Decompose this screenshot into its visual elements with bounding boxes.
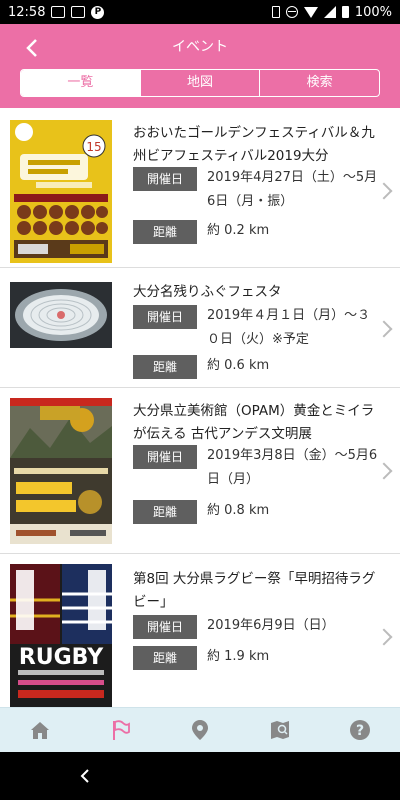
date-label: 開催日 bbox=[133, 167, 197, 191]
chevron-left-icon bbox=[80, 769, 89, 783]
help-icon: ? bbox=[350, 720, 370, 740]
date-row: 開催日 2019年4月27日（土）～5月6日（月・振） bbox=[133, 166, 383, 214]
image-icon bbox=[51, 6, 66, 18]
andes-exhibition-poster bbox=[10, 398, 112, 544]
vibrate-icon bbox=[271, 6, 280, 18]
svg-text:?: ? bbox=[356, 723, 364, 739]
event-item[interactable]: 大分県立美術館（OPAM）黄金とミイラが伝える 古代アンデス文明展 開催日 20… bbox=[0, 388, 400, 554]
date-row: 開催日 2019年6月9日（日） bbox=[133, 614, 383, 639]
event-image bbox=[10, 282, 112, 348]
event-title: 大分県立美術館（OPAM）黄金とミイラが伝える 古代アンデス文明展 bbox=[133, 403, 375, 442]
event-distance: 約 0.2 km bbox=[207, 223, 270, 238]
distance-label: 距離 bbox=[133, 355, 197, 379]
event-date: 2019年3月8日（金）～5月6日（月） bbox=[207, 448, 378, 487]
event-item[interactable]: 15 おおいたゴールデンフェスティバル＆九州ビアフェスティバル2019大分 開催… bbox=[0, 108, 400, 268]
distance-label: 距離 bbox=[133, 500, 197, 524]
event-image: 15 bbox=[10, 120, 112, 263]
battery-percent: 100% bbox=[354, 4, 392, 20]
event-item[interactable]: 大分名残りふぐフェスタ 開催日 2019年４月１日（月）～３０日（火）※予定 距… bbox=[0, 268, 400, 388]
date-label: 開催日 bbox=[133, 615, 197, 639]
event-list: 15 おおいたゴールデンフェスティバル＆九州ビアフェスティバル2019大分 開催… bbox=[0, 108, 400, 707]
home-icon bbox=[31, 722, 49, 739]
system-back-button[interactable] bbox=[80, 764, 90, 788]
wifi-icon bbox=[303, 6, 318, 18]
event-item[interactable]: RUGBY 第8回 大分県ラグビー祭「早明招待ラグビー」 開催日 2019年6月… bbox=[0, 554, 400, 707]
square-icon bbox=[71, 6, 86, 18]
flag-icon bbox=[113, 720, 130, 740]
date-label: 開催日 bbox=[133, 305, 197, 329]
nav-home[interactable] bbox=[0, 708, 80, 752]
svg-text:15: 15 bbox=[86, 140, 101, 154]
event-date: 2019年6月9日（日） bbox=[207, 618, 335, 633]
event-distance: 約 0.8 km bbox=[207, 503, 270, 518]
date-row: 開催日 2019年3月8日（金）～5月6日（月） bbox=[133, 444, 383, 492]
parking-icon: P bbox=[91, 5, 105, 19]
event-image bbox=[10, 398, 112, 544]
nav-map[interactable] bbox=[240, 708, 320, 752]
map-search-icon bbox=[271, 721, 289, 739]
tab-search[interactable]: 検索 bbox=[260, 70, 379, 96]
date-row: 開催日 2019年４月１日（月）～３０日（火）※予定 bbox=[133, 304, 383, 352]
event-date: 2019年４月１日（月）～３０日（火）※予定 bbox=[207, 308, 371, 347]
golden-festival-poster: 15 bbox=[10, 120, 112, 263]
distance-row: 距離 約 0.2 km bbox=[133, 219, 383, 244]
page-title: イベント bbox=[172, 39, 228, 55]
status-bar: 12:58 P 100% bbox=[0, 0, 400, 24]
distance-row: 距離 約 0.6 km bbox=[133, 354, 383, 379]
tab-map[interactable]: 地図 bbox=[141, 70, 261, 96]
event-distance: 約 1.9 km bbox=[207, 649, 270, 664]
bottom-nav: ? bbox=[0, 707, 400, 752]
tab-list[interactable]: 一覧 bbox=[21, 70, 141, 96]
nav-events[interactable] bbox=[80, 708, 160, 752]
system-nav-bar bbox=[0, 752, 400, 800]
event-distance: 約 0.6 km bbox=[207, 358, 270, 373]
nav-spots[interactable] bbox=[160, 708, 240, 752]
map-pin-icon bbox=[192, 720, 208, 740]
date-label: 開催日 bbox=[133, 445, 197, 469]
event-title: 第8回 大分県ラグビー祭「早明招待ラグビー」 bbox=[133, 571, 376, 610]
event-title: 大分名残りふぐフェスタ bbox=[133, 284, 282, 300]
distance-row: 距離 約 1.9 km bbox=[133, 645, 383, 670]
view-tabs: 一覧 地図 検索 bbox=[20, 69, 380, 97]
rugby-festival-poster: RUGBY bbox=[10, 564, 112, 707]
event-date: 2019年4月27日（土）～5月6日（月・振） bbox=[207, 170, 378, 209]
nav-help[interactable]: ? bbox=[320, 708, 400, 752]
svg-text:RUGBY: RUGBY bbox=[19, 645, 104, 670]
event-image: RUGBY bbox=[10, 564, 112, 707]
fugu-sashimi-photo bbox=[10, 282, 112, 348]
dnd-icon bbox=[285, 6, 298, 18]
cell-signal-icon bbox=[323, 6, 336, 18]
app-header: イベント 一覧 地図 検索 bbox=[0, 24, 400, 108]
event-title: おおいたゴールデンフェスティバル＆九州ビアフェスティバル2019大分 bbox=[133, 125, 375, 164]
distance-label: 距離 bbox=[133, 646, 197, 670]
status-time: 12:58 bbox=[8, 4, 46, 20]
battery-icon bbox=[341, 6, 349, 18]
distance-label: 距離 bbox=[133, 220, 197, 244]
distance-row: 距離 約 0.8 km bbox=[133, 499, 383, 524]
